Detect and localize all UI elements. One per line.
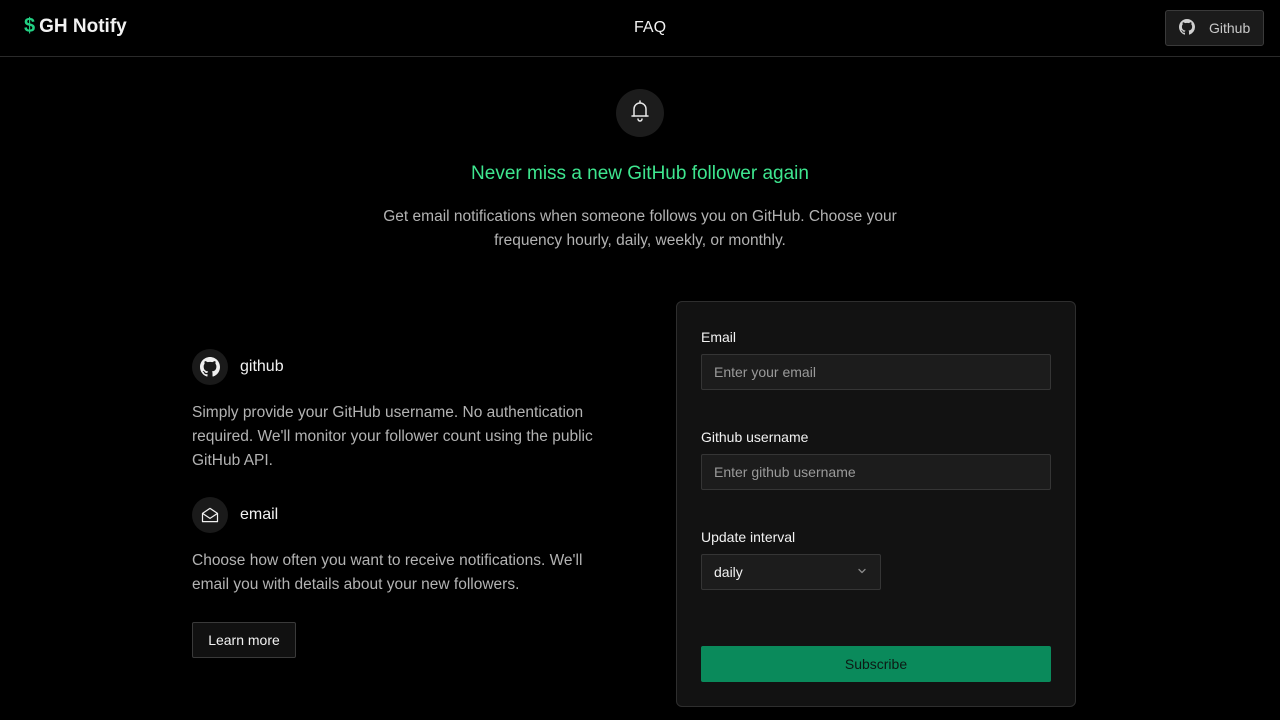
top-navbar: $ GH Notify FAQ Github [0, 0, 1280, 57]
email-label: Email [701, 329, 737, 345]
feature-github-text: Simply provide your GitHub username. No … [192, 404, 593, 469]
interval-select[interactable]: daily [701, 554, 881, 590]
bell-badge [616, 89, 664, 137]
feature-email-label: email [240, 506, 279, 523]
subscribe-button[interactable]: Subscribe [701, 646, 1051, 682]
github-icon [1179, 18, 1195, 38]
bell-icon [628, 99, 652, 128]
faq-link[interactable]: FAQ [634, 19, 666, 37]
dollar-icon: $ [24, 15, 36, 37]
email-input[interactable] [701, 354, 1051, 390]
interval-label: Update interval [701, 529, 796, 545]
github-button[interactable]: Github [1165, 10, 1264, 46]
interval-selected-value: daily [714, 564, 743, 580]
feature-email-text: Choose how often you want to receive not… [192, 552, 583, 593]
username-label: Github username [701, 429, 809, 445]
github-username-input[interactable] [701, 454, 1051, 490]
feature-github-label: github [240, 358, 284, 375]
brand-name: GH Notify [39, 15, 127, 37]
github-icon [192, 349, 228, 385]
subscribe-form-card: Email Github username Update interval da… [676, 301, 1076, 707]
feature-email: email [192, 497, 278, 533]
github-button-label: Github [1209, 20, 1251, 36]
mail-open-icon [192, 497, 228, 533]
learn-more-button[interactable]: Learn more [192, 622, 296, 658]
hero-title: Never miss a new GitHub follower again [471, 163, 809, 184]
feature-github: github [192, 349, 284, 385]
hero-subtitle: Get email notifications when someone fol… [383, 208, 897, 249]
brand-logo[interactable]: $ GH Notify [24, 15, 127, 38]
chevron-down-icon [856, 564, 868, 580]
